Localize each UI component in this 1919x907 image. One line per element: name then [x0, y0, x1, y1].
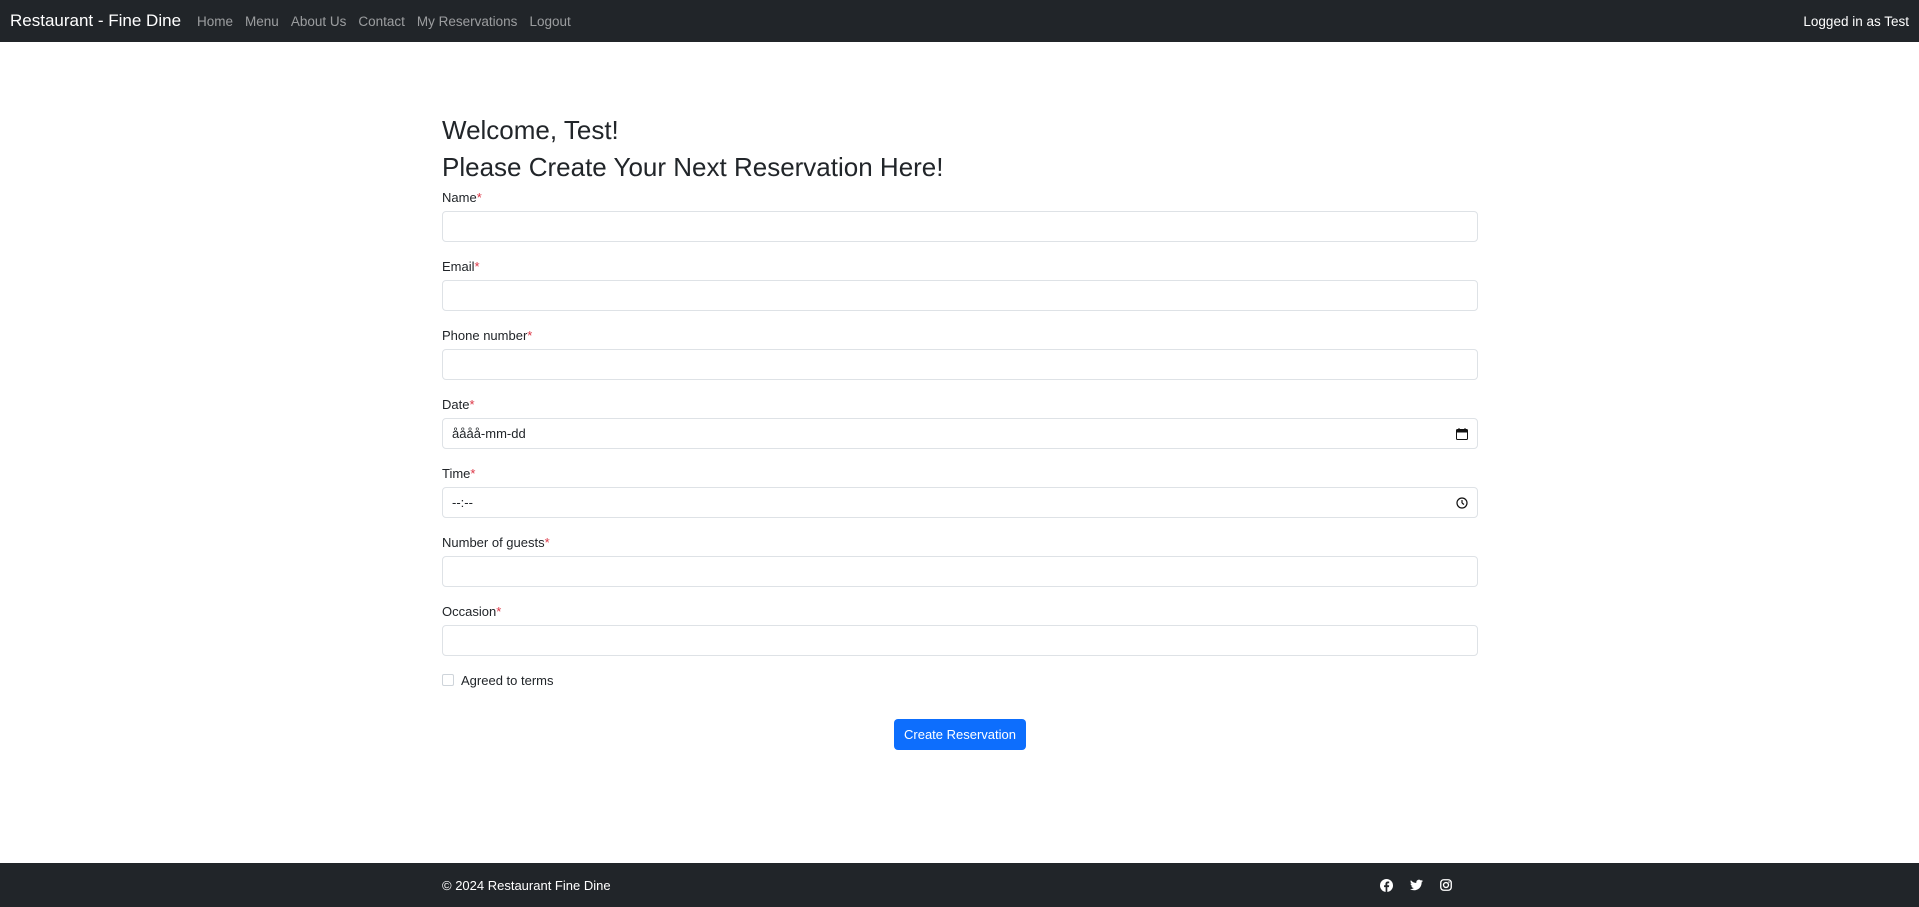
required-mark: *: [469, 397, 475, 412]
email-label: Email*: [442, 259, 480, 274]
required-mark: *: [476, 190, 482, 205]
date-group: Date* åååå-mm-dd: [442, 395, 1478, 464]
guests-input[interactable]: [442, 556, 1478, 587]
footer: © 2024 Restaurant Fine Dine: [0, 863, 1919, 907]
nav-about-us[interactable]: About Us: [285, 14, 353, 29]
main-content: Welcome, Test! Please Create Your Next R…: [442, 112, 1478, 750]
instagram-icon[interactable]: [1440, 879, 1452, 891]
calendar-icon[interactable]: [1456, 427, 1468, 440]
time-group: Time* --:--: [442, 464, 1478, 533]
login-status: Logged in as Test: [1803, 13, 1909, 29]
required-mark: *: [496, 604, 502, 619]
brand-link[interactable]: Restaurant - Fine Dine: [10, 11, 181, 31]
nav-my-reservations[interactable]: My Reservations: [411, 14, 524, 29]
submit-wrapper: Create Reservation: [442, 719, 1478, 750]
nav-contact[interactable]: Contact: [352, 14, 411, 29]
time-label: Time*: [442, 466, 476, 481]
clock-icon[interactable]: [1456, 496, 1468, 509]
required-mark: *: [527, 328, 533, 343]
footer-copyright: © 2024 Restaurant Fine Dine: [442, 877, 611, 893]
phone-label: Phone number*: [442, 328, 533, 343]
social-links: [1380, 863, 1452, 907]
name-input[interactable]: [442, 211, 1478, 242]
occasion-label: Occasion*: [442, 604, 502, 619]
required-mark: *: [470, 466, 476, 481]
time-input[interactable]: --:--: [442, 487, 1478, 518]
welcome-heading: Welcome, Test!: [442, 115, 619, 145]
create-reservation-button[interactable]: Create Reservation: [894, 719, 1026, 750]
name-group: Name*: [442, 188, 1478, 257]
name-label: Name*: [442, 190, 482, 205]
terms-checkbox[interactable]: [442, 674, 454, 686]
phone-group: Phone number*: [442, 326, 1478, 395]
email-input[interactable]: [442, 280, 1478, 311]
required-mark: *: [474, 259, 480, 274]
top-navbar: Restaurant - Fine Dine Home Menu About U…: [0, 0, 1919, 42]
date-label: Date*: [442, 397, 475, 412]
reservation-form: Name* Email* Phone number* Date* åååå-mm…: [442, 188, 1478, 750]
occasion-input[interactable]: [442, 625, 1478, 656]
email-group: Email*: [442, 257, 1478, 326]
nav-menu[interactable]: Menu: [239, 14, 285, 29]
guests-group: Number of guests*: [442, 533, 1478, 602]
required-mark: *: [544, 535, 550, 550]
facebook-icon[interactable]: [1380, 878, 1393, 892]
nav-logout[interactable]: Logout: [523, 14, 576, 29]
page-title: Please Create Your Next Reservation Here…: [442, 152, 944, 182]
terms-label[interactable]: Agreed to terms: [461, 673, 554, 688]
phone-input[interactable]: [442, 349, 1478, 380]
time-placeholder: --:--: [452, 495, 473, 510]
date-placeholder: åååå-mm-dd: [452, 426, 526, 441]
occasion-group: Occasion*: [442, 602, 1478, 671]
date-input[interactable]: åååå-mm-dd: [442, 418, 1478, 449]
nav-links: Home Menu About Us Contact My Reservatio…: [191, 14, 577, 29]
nav-home[interactable]: Home: [191, 14, 239, 29]
terms-row: Agreed to terms: [442, 670, 1478, 690]
twitter-icon[interactable]: [1410, 879, 1423, 891]
guests-label: Number of guests*: [442, 535, 550, 550]
